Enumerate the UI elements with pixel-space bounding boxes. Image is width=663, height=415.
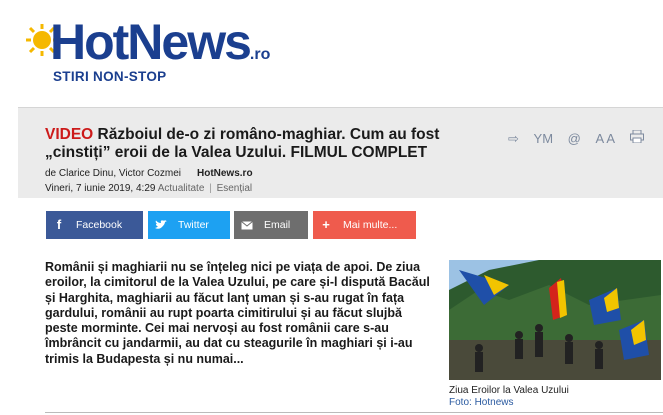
- article-tools: ⇨ YM @ A A: [508, 129, 655, 147]
- hotnews-logo[interactable]: HotNews.ro STIRI NON-STOP: [24, 12, 324, 84]
- photo-caption-text: Ziua Eroilor la Valea Uzului: [449, 385, 569, 396]
- article-photo[interactable]: [449, 260, 661, 380]
- email-share-button[interactable]: Email: [234, 211, 308, 239]
- divider: [45, 412, 663, 413]
- logo-tagline: STIRI NON-STOP: [53, 69, 167, 84]
- dateline: Vineri, 7 iunie 2019, 4:29 Actualitate |…: [45, 183, 252, 194]
- publish-date: Vineri, 7 iunie 2019, 4:29: [45, 183, 156, 194]
- category-link-esential[interactable]: Esențial: [217, 183, 253, 194]
- facebook-icon: f: [56, 217, 62, 232]
- category-separator: |: [209, 183, 212, 194]
- plus-icon: +: [322, 217, 330, 232]
- facebook-share-button[interactable]: f Facebook: [46, 211, 143, 239]
- logo-tld: .ro: [249, 46, 271, 63]
- photo-caption: Ziua Eroilor la Valea Uzului Foto: Hotne…: [449, 385, 569, 409]
- twitter-icon: [148, 211, 174, 240]
- category-link-actualitate[interactable]: Actualitate: [158, 183, 205, 194]
- byline: de Clarice Dinu, Victor Cozmei HotNews.ro: [45, 168, 253, 179]
- article-photo-image: [449, 260, 661, 380]
- article-title-text: Războiul de-o zi româno-maghiar. Cum au …: [45, 126, 440, 161]
- article-lead: Românii și maghiarii nu se înțeleg nici …: [45, 260, 430, 366]
- envelope-icon: [234, 211, 260, 240]
- video-label: VIDEO: [45, 126, 94, 143]
- photo-credit: Foto: Hotnews: [449, 397, 514, 408]
- article-title: VIDEO Războiul de-o zi româno-maghiar. C…: [45, 126, 485, 162]
- email-icon[interactable]: @: [568, 131, 581, 146]
- font-size-button[interactable]: A A: [595, 131, 615, 146]
- print-icon[interactable]: [629, 129, 644, 146]
- authors[interactable]: de Clarice Dinu, Victor Cozmei: [45, 168, 181, 179]
- twitter-share-button[interactable]: Twitter: [148, 211, 230, 239]
- share-icon[interactable]: ⇨: [508, 131, 519, 147]
- yahoo-messenger-button[interactable]: YM: [534, 131, 554, 146]
- more-share-button[interactable]: + Mai multe...: [313, 211, 416, 239]
- source-label: HotNews.ro: [196, 168, 253, 179]
